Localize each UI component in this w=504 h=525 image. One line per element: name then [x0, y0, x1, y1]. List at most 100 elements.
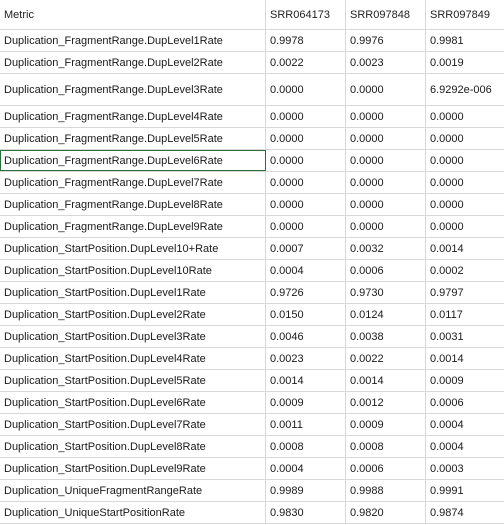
value-cell[interactable]: 0.0150 [266, 304, 346, 325]
value-cell[interactable]: 0.0022 [266, 52, 346, 73]
value-cell[interactable]: 0.9830 [266, 502, 346, 523]
value-cell[interactable]: 0.0009 [266, 392, 346, 413]
value-cell[interactable]: 0.0002 [426, 260, 504, 281]
value-cell[interactable]: 0.9978 [266, 30, 346, 51]
table-row[interactable]: Duplication_FragmentRange.DupLevel9Rate … [0, 216, 504, 238]
metric-cell[interactable]: Duplication_StartPosition.DupLevel6Rate [0, 392, 266, 413]
table-row[interactable]: Duplication_StartPosition.DupLevel7Rate … [0, 414, 504, 436]
value-cell[interactable]: 0.0019 [426, 52, 504, 73]
value-cell[interactable]: 0.0000 [426, 172, 504, 193]
value-cell[interactable]: 0.0023 [266, 348, 346, 369]
metric-cell[interactable]: Duplication_StartPosition.DupLevel1Rate [0, 282, 266, 303]
metric-cell[interactable]: Duplication_StartPosition.DupLevel5Rate [0, 370, 266, 391]
table-row[interactable]: Duplication_StartPosition.DupLevel8Rate … [0, 436, 504, 458]
value-cell[interactable]: 0.0022 [346, 348, 426, 369]
metric-cell[interactable]: Duplication_FragmentRange.DupLevel3Rate [0, 74, 266, 105]
metric-cell[interactable]: Duplication_StartPosition.DupLevel8Rate [0, 436, 266, 457]
value-cell[interactable]: 0.0000 [426, 128, 504, 149]
table-row[interactable]: Duplication_FragmentRange.DupLevel2Rate … [0, 52, 504, 74]
value-cell[interactable]: 0.0046 [266, 326, 346, 347]
column-header-srr097849[interactable]: SRR097849 [426, 0, 504, 29]
table-row[interactable]: Duplication_UniqueFragmentRangeRate 0.99… [0, 480, 504, 502]
table-row[interactable]: Duplication_StartPosition.DupLevel10+Rat… [0, 238, 504, 260]
value-cell[interactable]: 0.9976 [346, 30, 426, 51]
metric-cell[interactable]: Duplication_FragmentRange.DupLevel5Rate [0, 128, 266, 149]
value-cell[interactable]: 0.0000 [266, 128, 346, 149]
metric-cell[interactable]: Duplication_FragmentRange.DupLevel7Rate [0, 172, 266, 193]
metric-cell[interactable]: Duplication_StartPosition.DupLevel3Rate [0, 326, 266, 347]
value-cell[interactable]: 0.0000 [346, 150, 426, 171]
metric-cell[interactable]: Duplication_UniqueFragmentRangeRate [0, 480, 266, 501]
table-row[interactable]: Duplication_FragmentRange.DupLevel8Rate … [0, 194, 504, 216]
value-cell[interactable]: 0.0124 [346, 304, 426, 325]
value-cell[interactable]: 0.9797 [426, 282, 504, 303]
metric-cell[interactable]: Duplication_StartPosition.DupLevel4Rate [0, 348, 266, 369]
metric-cell[interactable]: Duplication_StartPosition.DupLevel2Rate [0, 304, 266, 325]
value-cell[interactable]: 0.0000 [266, 172, 346, 193]
value-cell[interactable]: 0.0038 [346, 326, 426, 347]
value-cell[interactable]: 0.0004 [266, 458, 346, 479]
metric-cell[interactable]: Duplication_StartPosition.DupLevel10+Rat… [0, 238, 266, 259]
metric-cell[interactable]: Duplication_FragmentRange.DupLevel1Rate [0, 30, 266, 51]
value-cell[interactable]: 0.0014 [346, 370, 426, 391]
value-cell[interactable]: 0.0032 [346, 238, 426, 259]
value-cell[interactable]: 0.0000 [426, 150, 504, 171]
value-cell[interactable]: 0.0004 [426, 436, 504, 457]
metric-cell-selected[interactable]: Duplication_FragmentRange.DupLevel6Rate [0, 150, 266, 171]
table-row[interactable]: Duplication_StartPosition.DupLevel5Rate … [0, 370, 504, 392]
value-cell[interactable]: 0.0014 [266, 370, 346, 391]
column-header-srr064173[interactable]: SRR064173 [266, 0, 346, 29]
table-row[interactable]: Duplication_FragmentRange.DupLevel4Rate … [0, 106, 504, 128]
value-cell[interactable]: 0.0007 [266, 238, 346, 259]
metric-cell[interactable]: Duplication_StartPosition.DupLevel10Rate [0, 260, 266, 281]
table-row[interactable]: Duplication_FragmentRange.DupLevel1Rate … [0, 30, 504, 52]
value-cell[interactable]: 0.0031 [426, 326, 504, 347]
value-cell[interactable]: 0.9726 [266, 282, 346, 303]
metric-cell[interactable]: Duplication_UniqueStartPositionRate [0, 502, 266, 523]
value-cell[interactable]: 0.0117 [426, 304, 504, 325]
value-cell[interactable]: 0.0000 [266, 106, 346, 127]
value-cell[interactable]: 0.9730 [346, 282, 426, 303]
value-cell[interactable]: 0.9989 [266, 480, 346, 501]
column-header-srr097848[interactable]: SRR097848 [346, 0, 426, 29]
value-cell[interactable]: 0.0004 [266, 260, 346, 281]
value-cell[interactable]: 0.9820 [346, 502, 426, 523]
value-cell[interactable]: 0.0000 [266, 216, 346, 237]
value-cell[interactable]: 0.0006 [346, 458, 426, 479]
table-row[interactable]: Duplication_StartPosition.DupLevel9Rate … [0, 458, 504, 480]
table-row-selected[interactable]: Duplication_FragmentRange.DupLevel6Rate … [0, 150, 504, 172]
value-cell[interactable]: 0.0014 [426, 348, 504, 369]
metric-cell[interactable]: Duplication_StartPosition.DupLevel9Rate [0, 458, 266, 479]
value-cell[interactable]: 0.0000 [346, 128, 426, 149]
table-row[interactable]: Duplication_StartPosition.DupLevel6Rate … [0, 392, 504, 414]
table-row[interactable]: Duplication_StartPosition.DupLevel1Rate … [0, 282, 504, 304]
value-cell[interactable]: 0.0014 [426, 238, 504, 259]
table-row[interactable]: Duplication_StartPosition.DupLevel2Rate … [0, 304, 504, 326]
value-cell[interactable]: 0.0000 [346, 216, 426, 237]
value-cell[interactable]: 0.0000 [426, 194, 504, 215]
table-row[interactable]: Duplication_StartPosition.DupLevel10Rate… [0, 260, 504, 282]
value-cell[interactable]: 0.0008 [266, 436, 346, 457]
value-cell[interactable]: 0.0000 [266, 74, 346, 105]
value-cell[interactable]: 0.0000 [426, 106, 504, 127]
table-row[interactable]: Duplication_FragmentRange.DupLevel3Rate … [0, 74, 504, 106]
value-cell[interactable]: 0.0003 [426, 458, 504, 479]
value-cell[interactable]: 0.9988 [346, 480, 426, 501]
value-cell[interactable]: 6.9292e-006 [426, 74, 504, 105]
value-cell[interactable]: 0.0006 [346, 260, 426, 281]
table-row[interactable]: Duplication_UniqueStartPositionRate 0.98… [0, 502, 504, 524]
value-cell[interactable]: 0.0000 [346, 194, 426, 215]
metric-cell[interactable]: Duplication_FragmentRange.DupLevel2Rate [0, 52, 266, 73]
value-cell[interactable]: 0.0000 [346, 74, 426, 105]
value-cell[interactable]: 0.9991 [426, 480, 504, 501]
value-cell[interactable]: 0.0004 [426, 414, 504, 435]
value-cell[interactable]: 0.0000 [426, 216, 504, 237]
value-cell[interactable]: 0.0011 [266, 414, 346, 435]
value-cell[interactable]: 0.0006 [426, 392, 504, 413]
table-row[interactable]: Duplication_StartPosition.DupLevel4Rate … [0, 348, 504, 370]
metric-cell[interactable]: Duplication_FragmentRange.DupLevel4Rate [0, 106, 266, 127]
metric-cell[interactable]: Duplication_StartPosition.DupLevel7Rate [0, 414, 266, 435]
value-cell[interactable]: 0.9874 [426, 502, 504, 523]
value-cell[interactable]: 0.0009 [346, 414, 426, 435]
value-cell[interactable]: 0.0000 [346, 172, 426, 193]
